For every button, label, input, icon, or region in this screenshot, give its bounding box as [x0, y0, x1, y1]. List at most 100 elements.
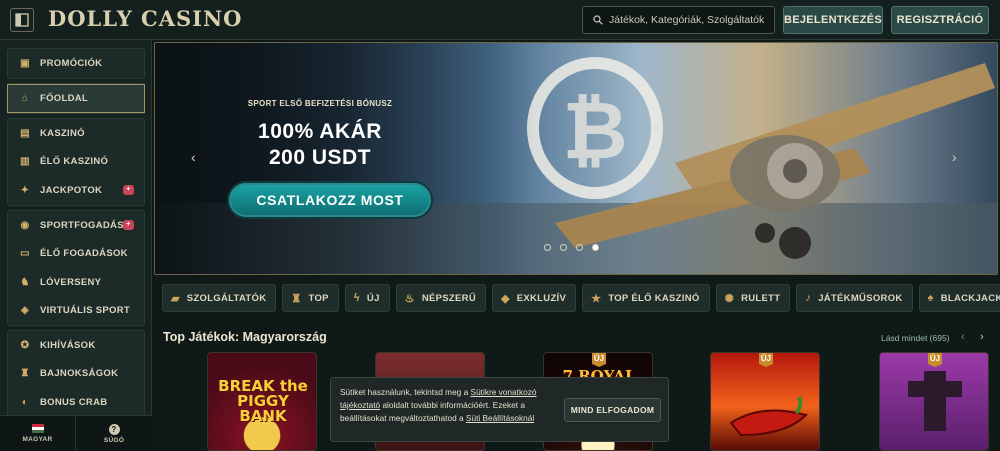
join-now-button[interactable]: CSATLAKOZZ MOST: [227, 181, 433, 219]
category-game-shows[interactable]: ♪ JÁTÉKMŰSOROK: [796, 284, 913, 312]
sidebar-toggle-button[interactable]: [10, 8, 34, 32]
category-popular[interactable]: ♨ NÉPSZERŰ: [395, 284, 486, 312]
chevron-right-icon[interactable]: ›: [952, 149, 957, 165]
new-badge: +: [123, 185, 134, 195]
game-tile[interactable]: BREAK the PIGGY BANK: [207, 352, 317, 451]
sidebar-item-label: FŐOLDAL: [40, 92, 89, 104]
ball-icon: ◉: [20, 219, 30, 231]
category-new[interactable]: ϟ ÚJ: [344, 284, 390, 312]
roulette-icon: ✺: [724, 292, 735, 305]
sidebar-group-sports: ◉ SPORTFOGADÁS + ▭ ÉLŐ FOGADÁSOK ♞ LÓVER…: [7, 210, 145, 326]
help-icon: ?: [108, 423, 120, 435]
category-label: RULETT: [741, 292, 781, 304]
help-button[interactable]: ? SÚGÓ: [76, 416, 152, 451]
sidebar-item-label: KASZINÓ: [40, 127, 85, 139]
carousel-dot[interactable]: [560, 244, 567, 251]
crab-icon: ◐: [21, 396, 29, 408]
search-input[interactable]: [609, 14, 769, 26]
sidebar-item-bonus-crab[interactable]: ◐ BONUS CRAB: [8, 388, 144, 417]
category-top[interactable]: ♜ TOP: [282, 284, 339, 312]
category-label: TOP: [308, 292, 329, 304]
sidebar-item-label: PROMÓCIÓK: [40, 57, 103, 69]
sidebar-item-jackpots[interactable]: ✦ JACKPOTOK +: [8, 176, 144, 205]
login-button[interactable]: BEJELENTKEZÉS: [783, 6, 883, 34]
sidebar-item-label: JACKPOTOK: [40, 184, 103, 196]
game-title: BREAK the PIGGY BANK: [218, 377, 308, 425]
game-tile[interactable]: ÚJ: [710, 352, 820, 451]
promo-kicker: SPORT ELSŐ BEFIZETÉSI BÓNUSZ: [247, 99, 393, 108]
menu-icon: [15, 13, 29, 27]
carousel-dot-active[interactable]: [592, 244, 599, 251]
chevron-left-icon[interactable]: ‹: [961, 331, 965, 343]
sidebar-item-casino[interactable]: ▤ KASZINÓ: [8, 119, 144, 148]
bolt-icon: ϟ: [353, 292, 360, 304]
sidebar-item-live-betting[interactable]: ▭ ÉLŐ FOGADÁSOK: [8, 240, 144, 269]
register-button[interactable]: REGISZTRÁCIÓ: [891, 6, 989, 34]
sidebar-item-label: BAJNOKSÁGOK: [40, 368, 119, 380]
chevron-right-icon[interactable]: ›: [980, 331, 984, 343]
coins-icon: ✦: [20, 184, 30, 196]
virtual-icon: ◈: [21, 305, 29, 317]
sidebar-item-label: KIHÍVÁSOK: [40, 339, 96, 351]
sidebar-item-sportsbook[interactable]: ◉ SPORTFOGADÁS +: [8, 211, 144, 240]
challenge-icon: ✪: [20, 339, 30, 351]
cross-icon: [908, 371, 962, 431]
promo-banner[interactable]: ₿ SPORT ELSŐ BEFIZETÉSI BÓNUSZ 100% AKÁR…: [154, 42, 998, 275]
sidebar: ▣ PROMÓCIÓK ⌂ FŐOLDAL ▤ KASZINÓ ▥ ÉLŐ KA…: [0, 40, 152, 451]
cookie-text-part: Sütiket használunk, tekintsd meg a: [340, 387, 471, 397]
category-exclusive[interactable]: ◆ EXKLUZÍV: [491, 284, 577, 312]
language-label: MAGYAR: [22, 436, 53, 443]
home-icon: ⌂: [21, 92, 29, 104]
category-label: SZOLGÁLTATÓK: [186, 292, 267, 304]
chevron-left-icon[interactable]: ‹: [191, 149, 196, 165]
sidebar-item-label: VIRTUÁLIS SPORT: [40, 305, 131, 317]
cookie-text: Sütiket használunk, tekintsd meg a Sütik…: [340, 386, 555, 425]
accept-all-button[interactable]: MIND ELFOGADOM: [564, 398, 661, 422]
sidebar-item-challenges[interactable]: ✪ KIHÍVÁSOK: [8, 331, 144, 360]
chili-pepper-icon: [729, 396, 808, 437]
sidebar-item-tournaments[interactable]: ♜ BAJNOKSÁGOK: [8, 360, 144, 389]
sidebar-item-live-casino[interactable]: ▥ ÉLŐ KASZINÓ: [8, 148, 144, 177]
cookie-settings-link[interactable]: Süti Beállításoknál: [466, 413, 534, 423]
sidebar-item-promotions[interactable]: ▣ PROMÓCIÓK: [8, 49, 144, 78]
sidebar-item-label: LÓVERSENY: [40, 276, 102, 288]
diamond-icon: ◆: [500, 292, 510, 305]
sidebar-footer: MAGYAR ? SÚGÓ: [0, 415, 152, 451]
sidebar-item-home[interactable]: ⌂ FŐOLDAL: [7, 84, 145, 113]
sidebar-group-challenges: ✪ KIHÍVÁSOK ♜ BAJNOKSÁGOK ◐ BONUS CRAB: [7, 330, 145, 418]
promo-headline-1: 100% AKÁR: [258, 120, 382, 143]
carousel-dot[interactable]: [576, 244, 583, 251]
category-label: JÁTÉKMŰSOROK: [818, 292, 903, 304]
sidebar-item-label: BONUS CRAB: [40, 396, 108, 408]
brand-logo[interactable]: DOLLY CASINO: [48, 6, 242, 31]
promo-headline-2: 200 USDT: [268, 146, 372, 169]
carousel-dots: [544, 244, 599, 251]
category-blackjack[interactable]: ♠ BLACKJACK: [918, 284, 1000, 312]
sidebar-group-promo: ▣ PROMÓCIÓK: [7, 48, 145, 79]
hungary-flag-icon: [31, 424, 44, 433]
gift-icon: ▣: [20, 57, 30, 69]
provider-icon: ▰: [171, 292, 180, 305]
category-providers[interactable]: ▰ SZOLGÁLTATÓK: [162, 284, 277, 312]
sidebar-group-casino: ▤ KASZINÓ ▥ ÉLŐ KASZINÓ ✦ JACKPOTOK +: [7, 118, 145, 206]
slot-machine-icon: ▤: [20, 127, 30, 139]
sidebar-item-label: SPORTFOGADÁS: [40, 219, 124, 231]
help-label: SÚGÓ: [103, 436, 125, 444]
star-icon: ★: [591, 292, 602, 305]
category-label: ÚJ: [366, 292, 380, 304]
mic-icon: ♪: [805, 292, 812, 304]
sidebar-item-virtual-sports[interactable]: ◈ VIRTUÁLIS SPORT: [8, 297, 144, 326]
sidebar-item-horse-racing[interactable]: ♞ LÓVERSENY: [8, 268, 144, 297]
see-all-link[interactable]: Lásd mindet (695): [881, 333, 950, 343]
category-top-live-casino[interactable]: ★ TOP ÉLŐ KASZINÓ: [582, 284, 710, 312]
language-selector[interactable]: MAGYAR: [0, 416, 76, 451]
sidebar-item-label: ÉLŐ FOGADÁSOK: [40, 248, 128, 260]
carousel-dot[interactable]: [544, 244, 551, 251]
cards-icon: ▥: [20, 156, 30, 168]
category-roulette[interactable]: ✺ RULETT: [715, 284, 791, 312]
game-tile[interactable]: ÚJ: [879, 352, 989, 451]
category-label: BLACKJACK: [940, 292, 1000, 304]
sidebar-group-home: ⌂ FŐOLDAL: [7, 83, 145, 114]
search-box[interactable]: [582, 6, 775, 34]
trophy-icon: ♜: [20, 368, 30, 380]
